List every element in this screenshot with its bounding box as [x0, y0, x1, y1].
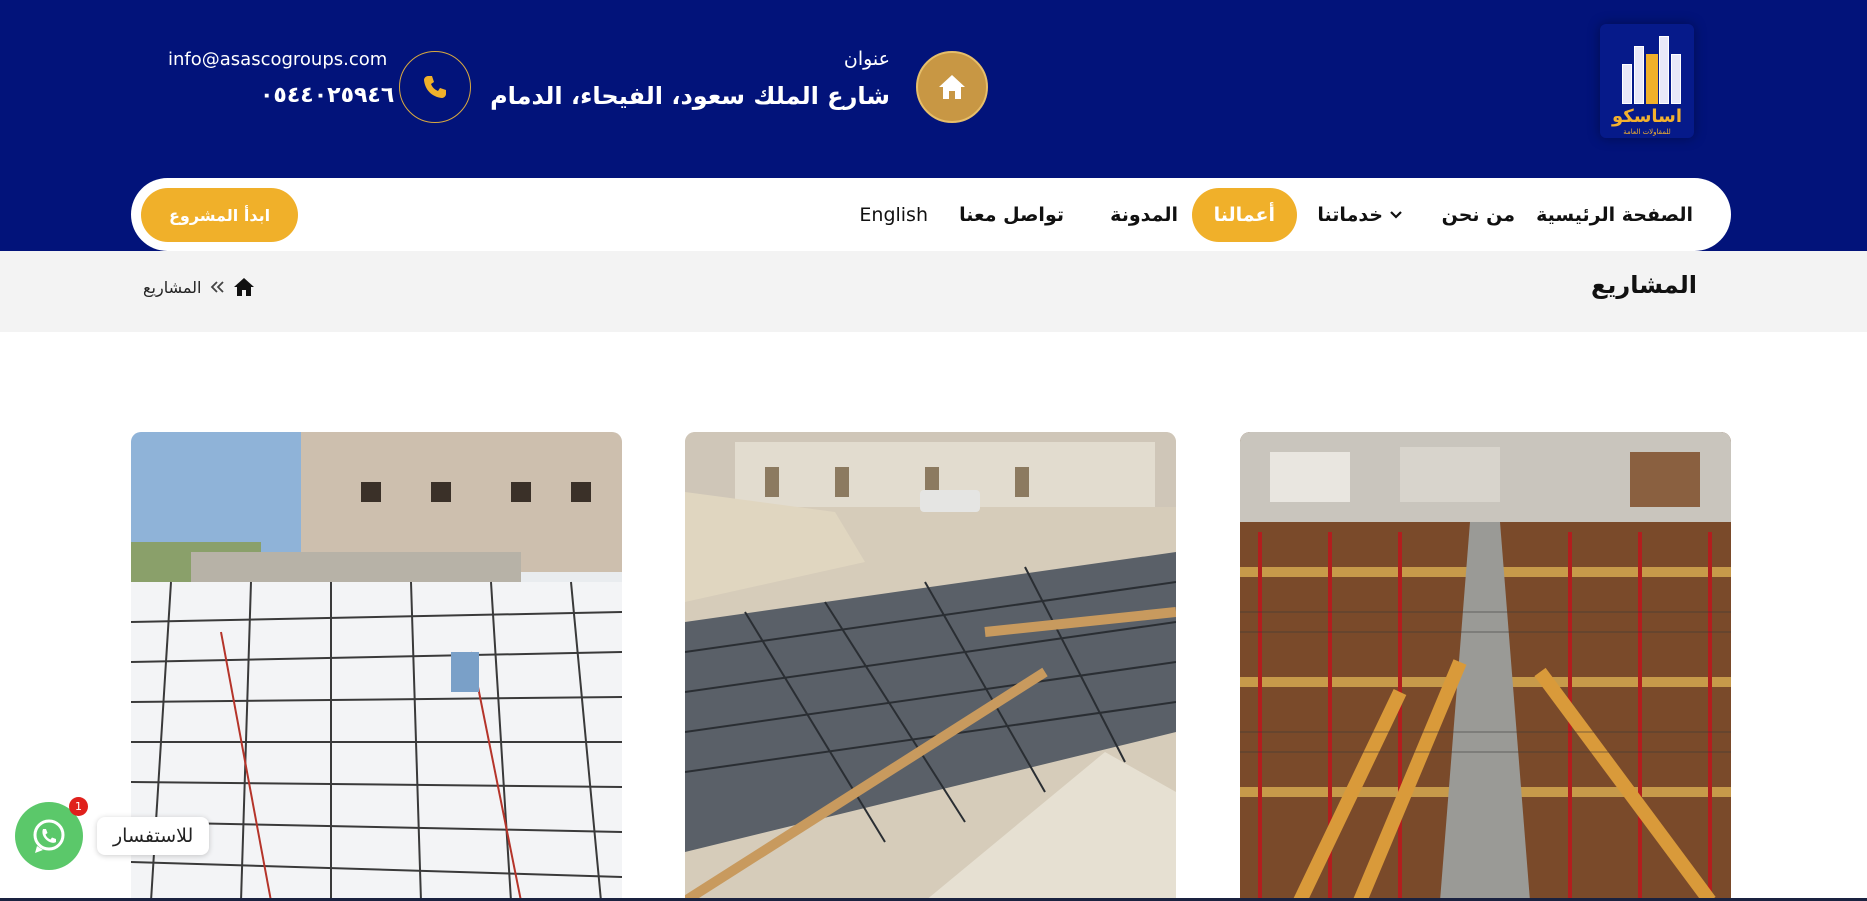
logo-text: اساسكو	[1611, 106, 1683, 127]
nav-about[interactable]: من نحن	[1442, 178, 1515, 251]
logo-building	[1659, 36, 1669, 104]
logo-building	[1622, 64, 1632, 104]
nav-blog[interactable]: المدونة	[1110, 178, 1178, 251]
address-label: عنوان	[843, 48, 890, 70]
nav-works[interactable]: أعمالنا	[1191, 188, 1297, 242]
nav-home[interactable]: الصفحة الرئيسية	[1536, 178, 1693, 251]
header-topbar: اساسكو للمقاولات العامة عنوان شارع الملك…	[0, 0, 1867, 251]
chat-label[interactable]: للاستفسار	[97, 817, 210, 855]
double-chevron-icon	[211, 281, 225, 293]
nav-services-label: خدماتنا	[1317, 203, 1383, 226]
project-card[interactable]	[1240, 432, 1731, 901]
start-project-button[interactable]: ابدأ المشروع	[141, 188, 298, 242]
chevron-down-icon	[1390, 210, 1402, 219]
nav-services[interactable]: خدماتنا	[1317, 178, 1403, 251]
main-navbar: الصفحة الرئيسية من نحن خدماتنا أعمالنا ا…	[131, 178, 1731, 251]
chat-notification-badge: 1	[69, 797, 88, 816]
whatsapp-icon	[33, 819, 65, 853]
breadcrumb-current: المشاريع	[143, 277, 202, 297]
address-value: شارع الملك سعود، الفيحاء، الدمام	[490, 82, 890, 110]
logo-building	[1671, 54, 1681, 104]
logo-subtext: للمقاولات العامة	[1623, 128, 1671, 136]
logo-building	[1634, 46, 1644, 104]
project-photo-formwork	[1240, 432, 1731, 901]
nav-language[interactable]: English	[859, 178, 928, 251]
project-card[interactable]	[685, 432, 1176, 901]
company-logo[interactable]: اساسكو للمقاولات العامة	[1600, 24, 1694, 138]
nav-contact[interactable]: تواصل معنا	[959, 178, 1064, 251]
project-photo-foundation-rebar	[685, 432, 1176, 901]
home-icon[interactable]	[233, 277, 255, 297]
contact-email[interactable]: info@asascogroups.com	[168, 49, 387, 70]
home-icon	[916, 51, 988, 123]
breadcrumb: المشاريع	[143, 277, 255, 297]
contact-phone[interactable]: ٠٥٤٤٠٢٥٩٤٦	[260, 83, 394, 108]
breadcrumb-bar: المشاريع المشاريع	[0, 251, 1867, 332]
phone-icon[interactable]	[399, 51, 471, 123]
logo-building	[1646, 54, 1658, 104]
page-title: المشاريع	[1591, 271, 1697, 299]
